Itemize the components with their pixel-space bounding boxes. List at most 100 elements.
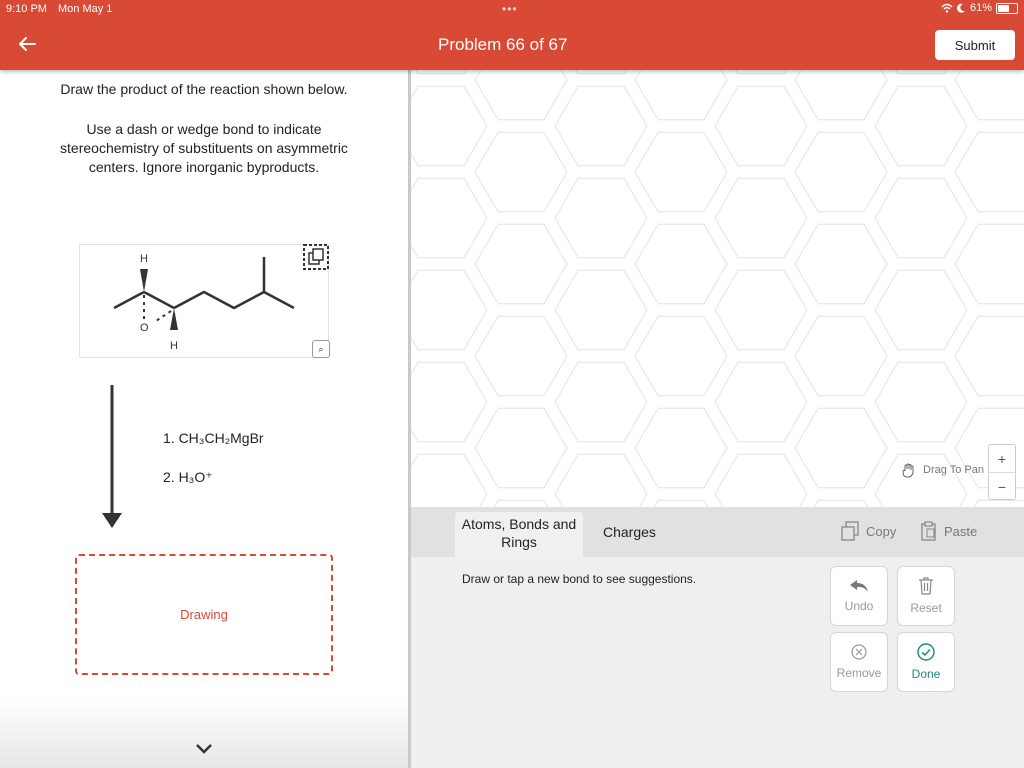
hex-cell [813,499,869,507]
chevron-down-icon[interactable] [194,742,214,756]
tab-charges[interactable]: Charges [603,524,656,540]
copy-label: Copy [866,523,897,539]
hex-cell [411,361,488,443]
arrow-left-icon [19,37,36,51]
back-button[interactable] [14,32,40,56]
hex-cell [554,177,648,259]
hex-cell [653,499,709,507]
undo-icon [850,580,868,592]
hex-cell [794,70,888,121]
tab-atoms-bonds-rings[interactable]: Atoms, Bonds and Rings [455,512,583,557]
zoom-in-button[interactable]: + [989,445,1015,473]
hex-cell [954,223,1024,305]
atom-h-bottom: H [170,340,178,352]
hex-cell [954,131,1024,213]
app-header: 9:10 PM Mon May 1 ••• 61% Problem 66 of … [0,0,1024,70]
status-date: Mon May 1 [58,3,113,15]
hex-grid [411,70,1024,507]
hex-cell [794,315,888,397]
atom-h-top: H [140,253,148,265]
reset-label: Reset [910,601,942,615]
reagent-2: 2. H₃O⁺ [163,469,213,485]
done-button[interactable]: Done [897,632,955,692]
wifi-icon [941,3,953,13]
hex-cell [474,223,568,305]
reset-button[interactable]: Reset [897,566,955,626]
copy-icon [841,521,859,541]
hex-cell [554,361,648,443]
hex-cell [493,499,549,507]
remove-circle-x-icon [851,644,867,660]
zoom-out-button[interactable]: − [989,473,1015,500]
hex-cell [954,70,1024,121]
hex-cell [634,131,728,213]
paste-label: Paste [944,523,978,539]
reaction-arrow [100,385,124,530]
hex-cell [554,269,648,351]
check-circle-icon [917,643,935,661]
drawing-canvas[interactable] [411,70,1024,507]
hex-cell [794,223,888,305]
hex-cell [794,131,888,213]
hex-cell [714,85,808,167]
hex-cell [474,315,568,397]
undo-button[interactable]: Undo [830,566,888,626]
hex-cell [714,269,808,351]
remove-label: Remove [836,666,882,680]
hex-cell [954,315,1024,397]
hex-cell [735,70,787,75]
battery-percent: 61% [969,2,992,14]
status-time: 9:10 PM [6,3,47,15]
zoom-control: + − [988,444,1016,500]
status-indicators: 61% [941,2,1018,14]
hex-cell [874,269,968,351]
done-label: Done [911,667,941,681]
paste-icon [921,521,936,541]
hex-cell [714,177,808,259]
hex-cell [973,499,1024,507]
atom-o: O [140,322,149,334]
copy-button[interactable]: Copy [840,521,896,541]
hex-cell [634,70,728,121]
hex-cell [554,85,648,167]
battery-icon [996,2,1018,14]
hex-cell [411,269,488,351]
moon-icon [956,3,965,13]
hex-cell [874,85,968,167]
hex-cell [411,177,488,259]
drawing-label: Drawing [180,607,228,622]
hex-cell [411,453,488,507]
hex-cell [714,361,808,443]
hex-cell [474,131,568,213]
hex-cell [575,70,627,75]
hand-icon [902,463,914,478]
drag-to-pan-button[interactable]: Drag To Pan [901,462,984,478]
reactant-molecule: H O H [113,253,295,352]
hex-cell [794,407,888,489]
hex-cell [634,223,728,305]
multitask-dots-icon[interactable]: ••• [502,2,518,16]
reagent-1: 1. CH₃CH₂MgBr [163,430,264,446]
submit-button[interactable]: Submit [935,30,1015,60]
copy-structure-icon[interactable] [303,244,329,270]
zoom-structure-icon[interactable]: ⌕ [312,340,330,358]
reactant-structure: H O H [79,244,329,358]
hex-cell [554,453,648,507]
instruction-text: Draw the product of the reaction shown b… [60,81,348,97]
hex-cell [415,70,467,75]
drawing-answer-box[interactable]: Drawing [75,554,333,675]
instruction-detail: Use a dash or wedge bond to indicate ste… [60,121,348,175]
hex-cell [634,315,728,397]
undo-label: Undo [844,599,874,613]
hex-cell [474,70,568,121]
hex-cell [895,70,947,75]
paste-button[interactable]: Paste [920,521,977,541]
suggestion-hint: Draw or tap a new bond to see suggestion… [462,572,697,586]
hex-cell [474,407,568,489]
scroll-fade [0,698,408,768]
hex-cell [714,453,808,507]
hex-cell [411,85,488,167]
remove-button[interactable]: Remove [830,632,888,692]
hex-cell [634,407,728,489]
hex-cell [874,361,968,443]
